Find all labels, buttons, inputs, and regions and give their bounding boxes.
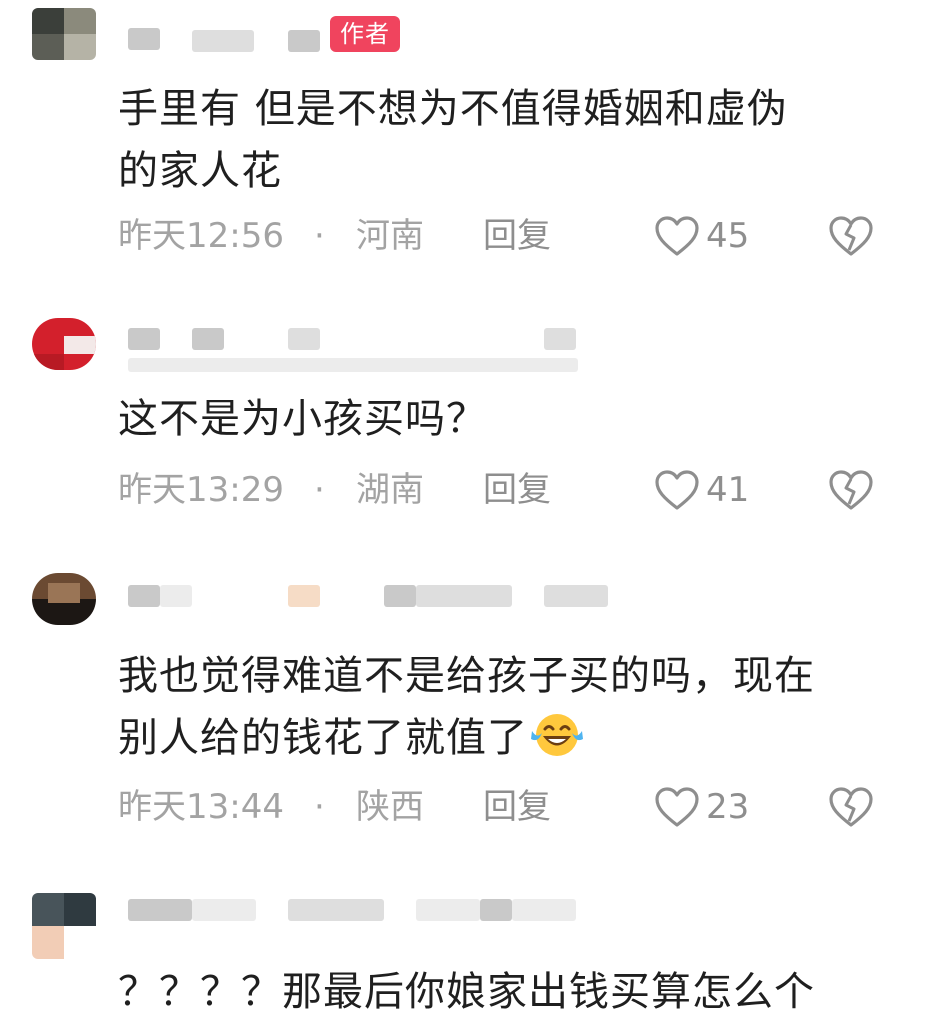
username-blurred — [192, 328, 224, 350]
comment-text: 手里有 但是不想为不值得婚姻和虚伪 的家人花 — [118, 78, 898, 202]
username-blurred — [416, 899, 480, 921]
broken-heart-icon[interactable] — [828, 785, 874, 829]
username-blurred — [288, 328, 320, 350]
comment-item: ？？？？那最后你娘家出钱买算怎么个 — [0, 875, 931, 1035]
username-blurred — [384, 585, 416, 607]
username-blurred — [192, 30, 254, 52]
comment-meta: 昨天13:29 · 湖南 回复 41 — [118, 466, 898, 514]
username-blurred[interactable] — [128, 899, 192, 921]
comment-text-line-part: 别人给的钱花了就值了 — [118, 715, 528, 761]
comment-item: 这不是为小孩买吗？ 昨天13:29 · 湖南 回复 41 — [0, 300, 931, 540]
comment-time: 昨天13:44 — [118, 787, 284, 827]
username-blurred — [480, 899, 512, 921]
reply-button[interactable]: 回复 — [483, 783, 551, 831]
comment-text-line: 这不是为小孩买吗？ — [118, 396, 487, 442]
username-blurred — [288, 899, 384, 921]
username-blurred — [288, 30, 320, 52]
comment-text-line: 的家人花 — [118, 148, 282, 194]
username-blurred[interactable] — [128, 28, 160, 50]
heart-outline-icon — [655, 787, 699, 827]
laughing-tears-emoji — [531, 714, 583, 756]
heart-outline-icon — [655, 216, 699, 256]
reply-button[interactable]: 回复 — [483, 466, 551, 514]
avatar[interactable] — [32, 8, 96, 60]
author-badge: 作者 — [330, 16, 400, 52]
username-blurred[interactable] — [128, 328, 160, 350]
broken-heart-icon[interactable] — [828, 468, 874, 512]
comment-text-line: ？？？？那最后你娘家出钱买算怎么个 — [118, 969, 815, 1015]
meta-separator: · — [314, 470, 325, 510]
comment-text: 这不是为小孩买吗？ — [118, 388, 898, 450]
avatar[interactable] — [32, 893, 96, 959]
username-blurred — [416, 585, 512, 607]
like-count: 23 — [706, 787, 750, 827]
meta-separator: · — [314, 787, 325, 827]
comment-meta: 昨天12:56 · 河南 回复 45 — [118, 212, 898, 260]
avatar[interactable] — [32, 573, 96, 625]
username-subtitle-blurred — [128, 358, 578, 372]
comment-time: 昨天12:56 — [118, 216, 284, 256]
heart-outline-icon — [655, 470, 699, 510]
comment-text-line: 别人给的钱花了就值了 — [118, 707, 898, 769]
broken-heart-icon[interactable] — [828, 214, 874, 258]
username-blurred — [544, 328, 576, 350]
comment-meta: 昨天13:44 · 陕西 回复 23 — [118, 783, 898, 831]
username-blurred[interactable] — [128, 585, 160, 607]
comment-item: 作者 手里有 但是不想为不值得婚姻和虚伪 的家人花 昨天12:56 · 河南 回… — [0, 0, 931, 290]
like-count: 45 — [706, 216, 750, 256]
username-blurred — [160, 585, 192, 607]
comment-region: 湖南 — [356, 470, 424, 510]
comment-region: 陕西 — [356, 787, 424, 827]
comment-text: ？？？？那最后你娘家出钱买算怎么个 — [118, 961, 898, 1023]
username-blurred — [544, 585, 608, 607]
like-count: 41 — [706, 470, 750, 510]
username-blurred — [288, 585, 320, 607]
avatar[interactable] — [32, 318, 96, 370]
comment-item: 我也觉得难道不是给孩子买的吗，现在 别人给的钱花了就值了 昨天13:44 · 陕… — [0, 555, 931, 865]
comment-region: 河南 — [356, 216, 424, 256]
reply-button[interactable]: 回复 — [483, 212, 551, 260]
comment-text-line: 手里有 但是不想为不值得婚姻和虚伪 — [118, 86, 788, 132]
like-button[interactable]: 23 — [654, 783, 749, 831]
meta-separator: · — [314, 216, 325, 256]
like-button[interactable]: 45 — [654, 212, 749, 260]
like-button[interactable]: 41 — [654, 466, 749, 514]
comment-text-line: 我也觉得难道不是给孩子买的吗，现在 — [118, 653, 815, 699]
username-blurred — [512, 899, 576, 921]
comment-text: 我也觉得难道不是给孩子买的吗，现在 别人给的钱花了就值了 — [118, 645, 898, 769]
username-blurred — [192, 899, 256, 921]
comment-time: 昨天13:29 — [118, 470, 284, 510]
